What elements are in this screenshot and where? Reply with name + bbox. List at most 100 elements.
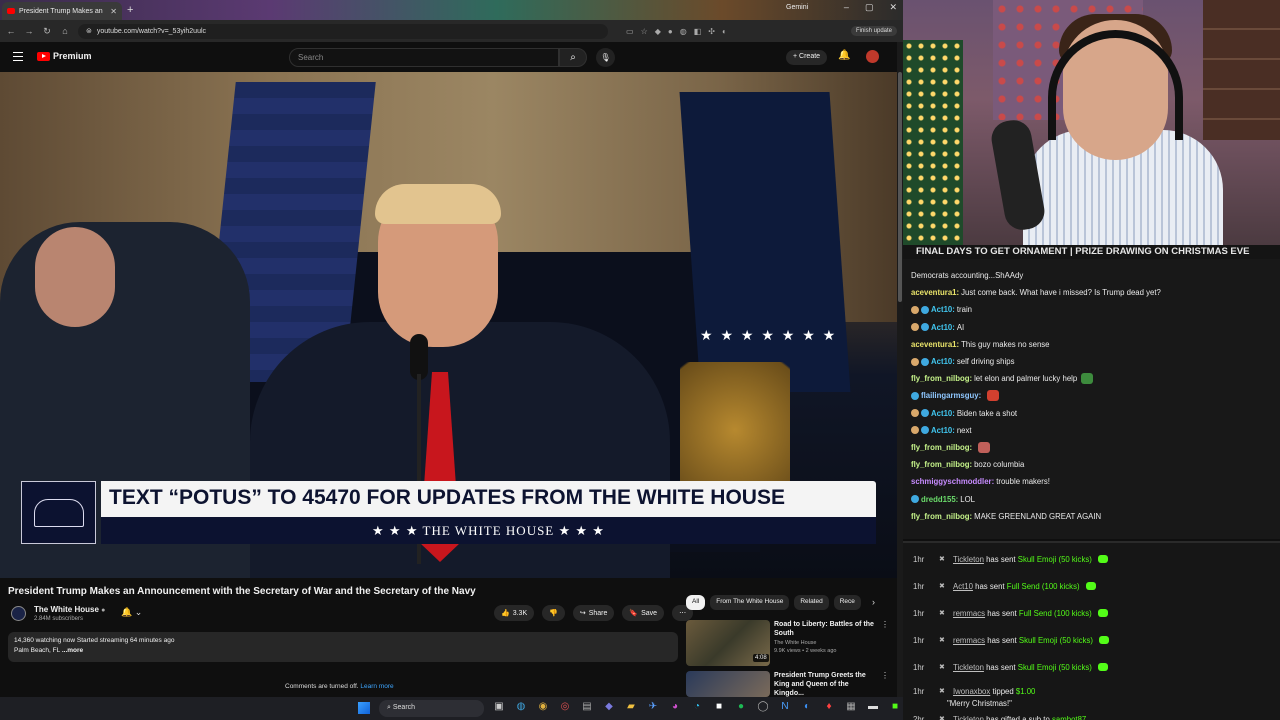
video-thumbnail[interactable] [686, 671, 770, 697]
spotify-icon[interactable]: ● [734, 701, 748, 712]
event-username[interactable]: Tickleton [953, 715, 984, 720]
recommended-video[interactable]: 4:08 Road to Liberty: Battles of the Sou… [686, 620, 891, 668]
chat-username[interactable]: Act10: [931, 353, 955, 370]
chat-username[interactable]: fly_from_nilbog: [911, 508, 972, 525]
create-button[interactable]: + Create [786, 50, 828, 65]
kebab-menu-icon[interactable]: ⋮ [881, 620, 889, 629]
save-button[interactable]: 🔖 Save [622, 605, 665, 621]
forward-icon[interactable]: → [24, 26, 34, 36]
app-icon[interactable]: ◎ [558, 701, 572, 712]
microphone-icon[interactable]: 🎙 [596, 48, 615, 67]
extension-icon[interactable]: ◍ [680, 27, 687, 36]
minimize-icon[interactable]: – [844, 2, 849, 13]
app-icon[interactable]: ◔ [690, 701, 704, 712]
event-username[interactable]: remmacs [953, 609, 985, 618]
tab-youtube[interactable]: President Trump Makes an ✕ [2, 2, 122, 20]
file-explorer-icon[interactable]: ▰ [624, 701, 638, 712]
menu-icon[interactable] [13, 52, 23, 64]
reload-icon[interactable]: ↻ [42, 26, 52, 37]
close-window-icon[interactable]: ✕ [889, 2, 897, 13]
channel-name[interactable]: The White House ● [34, 605, 105, 614]
chip-recent[interactable]: Rece [833, 595, 861, 610]
chat-username[interactable]: aceventura1: [911, 284, 959, 301]
chat-username[interactable]: aceventura1: [911, 336, 959, 353]
chat-username[interactable]: schmiggyschmoddler: [911, 473, 994, 490]
description-more-link[interactable]: ...more [62, 647, 83, 654]
emote-icon [987, 390, 1000, 402]
app-icon[interactable]: ▬ [866, 701, 880, 712]
chip-from-channel[interactable]: From The White House [710, 595, 790, 610]
event-row: 1hr ✖ Tickleton has sent Skull Emoji (50 k… [913, 550, 1273, 568]
chat-username[interactable]: Act10: [931, 301, 955, 318]
task-view-icon[interactable]: ▣ [492, 701, 506, 712]
share-button[interactable]: ↪ Share [572, 605, 615, 621]
chat-username[interactable]: Act10: [931, 405, 955, 422]
edge-icon[interactable]: ◍ [514, 701, 528, 712]
search-input[interactable]: Search [289, 48, 559, 67]
avatar[interactable] [866, 50, 879, 63]
chat-username[interactable]: fly_from_nilbog: [911, 439, 972, 456]
youtube-logo[interactable]: Premium [37, 51, 92, 61]
subscribed-bell-icon[interactable]: 🔔 ⌄ [121, 607, 142, 618]
close-tab-icon[interactable]: ✕ [110, 7, 117, 16]
gemini-button[interactable]: Gemini [786, 4, 808, 11]
extension-icon[interactable]: ● [668, 27, 673, 36]
learn-more-link[interactable]: Learn more [360, 683, 393, 690]
extension-icon[interactable]: ◧ [694, 27, 702, 36]
chevron-right-icon[interactable]: › [872, 597, 875, 607]
description-box[interactable]: 14,360 watching now Started streaming 64… [8, 632, 678, 662]
home-icon[interactable]: ⌂ [60, 26, 70, 36]
app-icon[interactable]: N [778, 701, 792, 712]
app-icon[interactable]: ■ [712, 701, 726, 712]
chat-username[interactable]: Act10: [931, 422, 955, 439]
kick-app-icon[interactable]: ■ [888, 701, 902, 712]
event-username[interactable]: Tickleton [953, 555, 984, 564]
chrome-icon[interactable]: ◉ [536, 701, 550, 712]
recommended-video[interactable]: President Trump Greets the King and Quee… [686, 671, 891, 697]
chip-related[interactable]: Related [794, 595, 829, 610]
channel-avatar[interactable] [11, 606, 26, 621]
url-field[interactable]: ⊜ youtube.com/watch?v=_53yih2uulc [78, 23, 608, 39]
search-icon[interactable]: ⌕ [559, 48, 587, 67]
chat-username[interactable]: fly_from_nilbog: [911, 456, 972, 473]
app-icon[interactable]: ▤ [580, 701, 594, 712]
recommended-title[interactable]: President Trump Greets the King and Quee… [774, 671, 879, 697]
chat-message: fly_from_nilbog: let elon and palmer luck… [911, 370, 1272, 387]
chat-username[interactable]: fly_from_nilbog: [911, 370, 972, 387]
app-icon[interactable]: ✈ [646, 701, 660, 712]
chat-username[interactable]: Act10: [931, 319, 955, 336]
windows-start-icon[interactable] [358, 702, 370, 714]
app-icon[interactable]: ▦ [844, 701, 858, 712]
chat-username[interactable]: flailingarmsguy: [921, 387, 981, 404]
notifications-icon[interactable]: 🔔 [838, 50, 850, 61]
cast-icon[interactable]: ▭ [626, 27, 634, 36]
new-tab-icon[interactable]: + [127, 4, 133, 16]
taskbar-search[interactable]: ⌕ Search [379, 700, 484, 717]
event-action: has sent [986, 554, 1016, 564]
like-button[interactable]: 👍 3.3K [494, 605, 535, 621]
app-icon[interactable]: ◐ [800, 701, 814, 712]
app-icon[interactable]: ◯ [756, 701, 770, 712]
kebab-menu-icon[interactable]: ⋮ [881, 671, 889, 680]
profile-icon[interactable]: ◐ [722, 27, 727, 36]
finish-update-button[interactable]: Finish update [850, 26, 897, 36]
recommended-title[interactable]: Road to Liberty: Battles of the South [774, 620, 879, 638]
event-username[interactable]: Tickleton [953, 663, 984, 672]
scrollbar-thumb[interactable] [898, 72, 902, 302]
site-info-icon[interactable]: ⊜ [86, 27, 92, 35]
maximize-icon[interactable]: ▢ [865, 2, 874, 13]
event-username[interactable]: Act10 [953, 582, 973, 591]
chat-username[interactable]: dredd155: [921, 491, 958, 508]
back-icon[interactable]: ← [6, 26, 16, 36]
bookmark-star-icon[interactable]: ☆ [641, 27, 648, 36]
chip-all[interactable]: All [686, 595, 706, 610]
event-username[interactable]: remmacs [953, 636, 985, 645]
video-player[interactable]: ★ ★ ★ ★ ★ ★ ★ TEXT “POTUS” TO 45470 FOR … [0, 72, 897, 578]
app-icon[interactable]: ◆ [602, 701, 616, 712]
app-icon[interactable]: ♦ [822, 701, 836, 712]
extension-icon[interactable]: ◆ [655, 27, 661, 36]
dislike-button[interactable]: 👎 [542, 605, 565, 621]
puzzle-icon[interactable]: ✣ [708, 27, 715, 36]
windows-taskbar: ⌕ Search ▣ ◍ ◉ ◎ ▤ ◆ ▰ ✈ ◕ ◔ ■ ● ◯ N ◐ ♦… [0, 697, 903, 720]
app-icon[interactable]: ◕ [668, 701, 682, 712]
